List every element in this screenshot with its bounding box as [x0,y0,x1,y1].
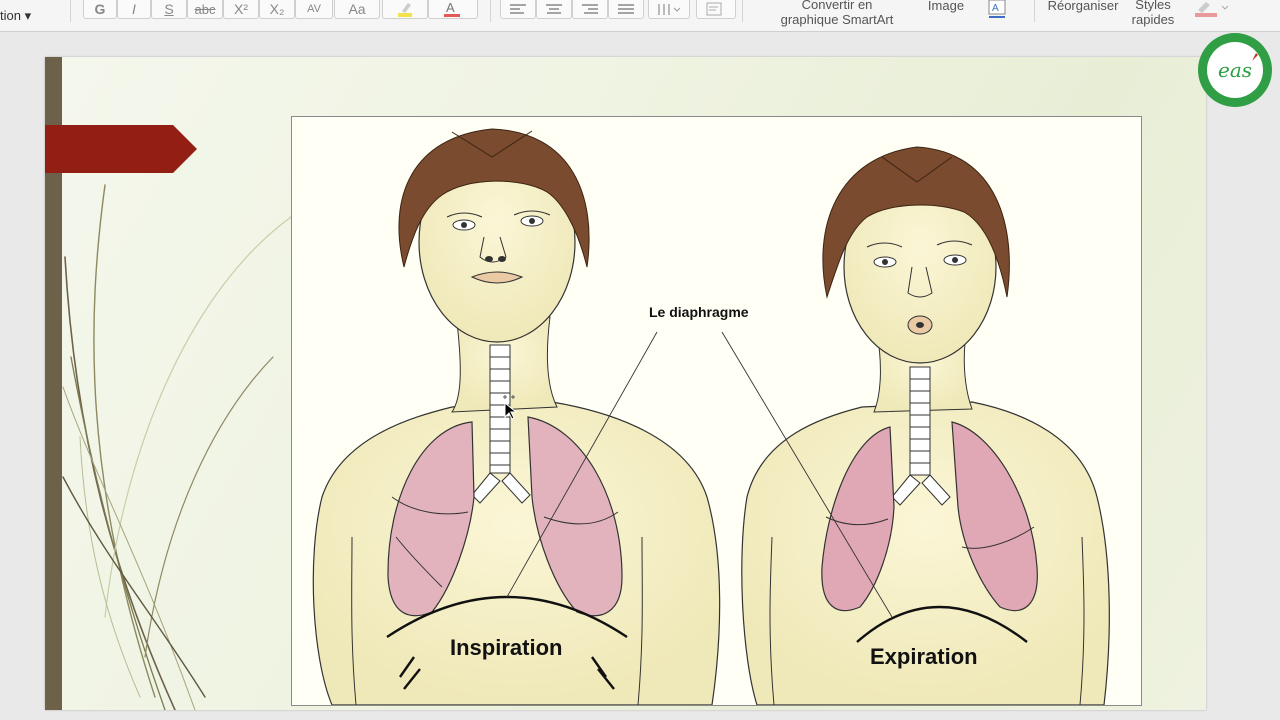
text-direction-button[interactable] [696,0,736,19]
bold-button[interactable]: G [83,0,117,19]
quick-styles-line1: Styles [1135,0,1171,12]
italic-button[interactable]: I [117,0,151,19]
reorganize-button[interactable]: Réorganiser [1044,0,1122,13]
columns-button[interactable] [648,0,690,19]
separator [742,0,743,22]
convert-smartart-label-line2: graphique SmartArt [780,12,894,27]
convert-smartart-label-line1: Convertir en [801,0,873,12]
font-color-icon: A [444,1,460,17]
slide[interactable]: Le diaphragme Inspiration Expiration [45,57,1206,710]
quick-styles-line2: rapides [1131,12,1175,27]
change-case-button[interactable]: Aa [334,0,380,19]
justify-icon [618,4,634,14]
align-center-button[interactable] [536,0,572,19]
reorganize-label: Réorganiser [1047,0,1119,13]
text-direction-icon [706,2,722,16]
respiration-drawing [292,117,1141,705]
separator [1034,0,1035,22]
quick-styles-button[interactable]: Styles rapides [1126,0,1180,27]
ribbon-toolbar: tion ▾ G I S abc X² X₂ AV Aa A Convertir… [0,0,1280,32]
justify-button[interactable] [608,0,644,19]
separator [490,0,491,22]
strikethrough-label: abc [194,1,216,17]
eas-logo: eas [1198,33,1272,107]
underline-label: S [164,1,174,17]
superscript-label: X² [234,1,248,17]
superscript-button[interactable]: X² [223,0,259,19]
underline-button[interactable]: S [151,0,187,19]
character-spacing-button[interactable]: AV [295,0,333,19]
respiration-illustration: Le diaphragme Inspiration Expiration [291,116,1142,706]
strikethrough-button[interactable]: abc [187,0,223,19]
character-spacing-label: AV [307,3,321,15]
inspiration-label: Inspiration [450,635,563,660]
style-dropdown[interactable]: tion ▾ [0,8,31,24]
align-left-button[interactable] [500,0,536,19]
align-right-button[interactable] [572,0,608,19]
image-button[interactable]: Image [918,0,974,13]
shape-fill-icon[interactable] [1192,0,1232,20]
highlighter-icon [398,3,412,17]
text-box-icon[interactable]: A [986,0,1010,20]
columns-icon [658,4,681,15]
highlight-color-button[interactable] [382,0,428,19]
italic-label: I [132,1,136,17]
align-left-icon [510,4,526,14]
svg-text:eas: eas [1218,58,1252,82]
align-right-icon [582,4,598,14]
change-case-label: Aa [348,1,366,17]
align-center-icon [546,4,562,14]
convert-smartart-button[interactable]: Convertir en graphique SmartArt [768,0,906,27]
font-color-button[interactable]: A [428,0,478,19]
diaphragm-label: Le diaphragme [649,304,749,320]
svg-text:A: A [446,1,455,15]
subscript-button[interactable]: X₂ [259,0,295,19]
decorative-grass-lines [62,184,292,710]
bold-label: G [94,1,106,17]
separator [70,0,71,22]
expiration-label: Expiration [870,644,978,669]
mouse-cursor-icon [503,395,518,420]
image-label: Image [927,0,965,13]
subscript-label: X₂ [269,1,285,17]
svg-text:A: A [992,3,999,14]
